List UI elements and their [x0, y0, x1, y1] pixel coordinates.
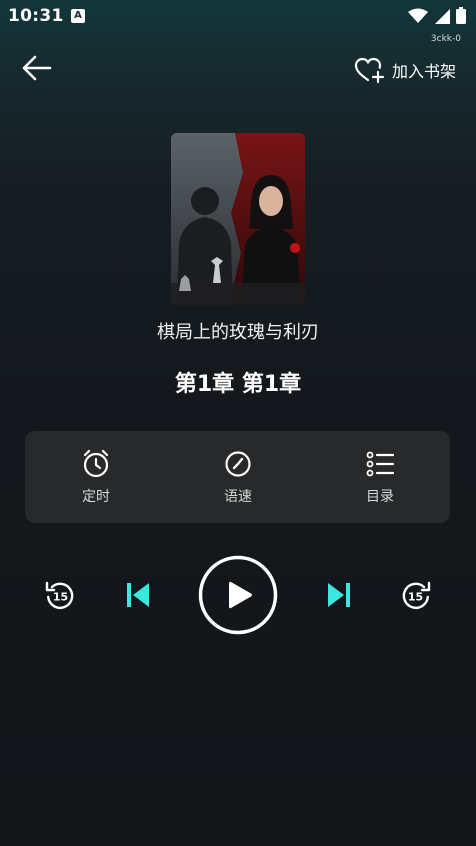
book-title: 棋局上的玫瑰与利刃 — [157, 322, 319, 343]
add-to-shelf-label: 加入书架 — [391, 62, 456, 81]
wifi-icon — [408, 8, 428, 23]
status-time: 10:31 — [8, 6, 64, 26]
book-cover — [171, 133, 305, 305]
previous-chapter-button[interactable] — [124, 580, 152, 614]
speed-button[interactable]: 语速 — [193, 449, 283, 506]
timer-button[interactable]: 定时 — [51, 449, 141, 506]
speedometer-icon — [225, 451, 251, 477]
skip-next-icon — [328, 583, 350, 607]
status-bar: 10:31 A — [0, 0, 476, 34]
battery-icon — [456, 7, 466, 24]
notification-a-icon: A — [71, 9, 85, 23]
forward-15-icon: 15 — [402, 581, 431, 609]
notification-badge-letter: A — [74, 10, 82, 21]
play-icon — [198, 555, 278, 635]
book-cover-illustration — [171, 133, 305, 305]
rewind-15-button[interactable]: 15 — [44, 580, 76, 616]
skip-previous-icon — [127, 583, 149, 607]
cell-signal-icon — [435, 8, 450, 24]
forward-15-button[interactable]: 15 — [400, 580, 432, 616]
rewind-15-icon: 15 — [45, 581, 74, 609]
options-panel: 定时 语速 目录 — [25, 431, 450, 523]
forward-seconds: 15 — [408, 591, 423, 604]
catalog-button[interactable]: 目录 — [335, 449, 425, 506]
back-button[interactable] — [20, 52, 54, 84]
next-chapter-button[interactable] — [325, 580, 353, 614]
catalog-label: 目录 — [366, 489, 394, 505]
play-button[interactable] — [198, 555, 278, 639]
add-to-shelf-button[interactable]: 加入书架 — [354, 56, 456, 84]
arrow-left-icon — [22, 55, 52, 81]
list-icon — [366, 451, 395, 477]
device-tag: 3ckk-0 — [430, 34, 461, 44]
chapter-title: 第1章 第1章 — [174, 372, 302, 397]
timer-label: 定时 — [82, 489, 110, 505]
rewind-seconds: 15 — [53, 591, 68, 604]
alarm-clock-icon — [83, 449, 109, 478]
heart-plus-icon — [354, 57, 385, 84]
system-icons — [408, 7, 466, 24]
speed-label: 语速 — [224, 489, 252, 505]
